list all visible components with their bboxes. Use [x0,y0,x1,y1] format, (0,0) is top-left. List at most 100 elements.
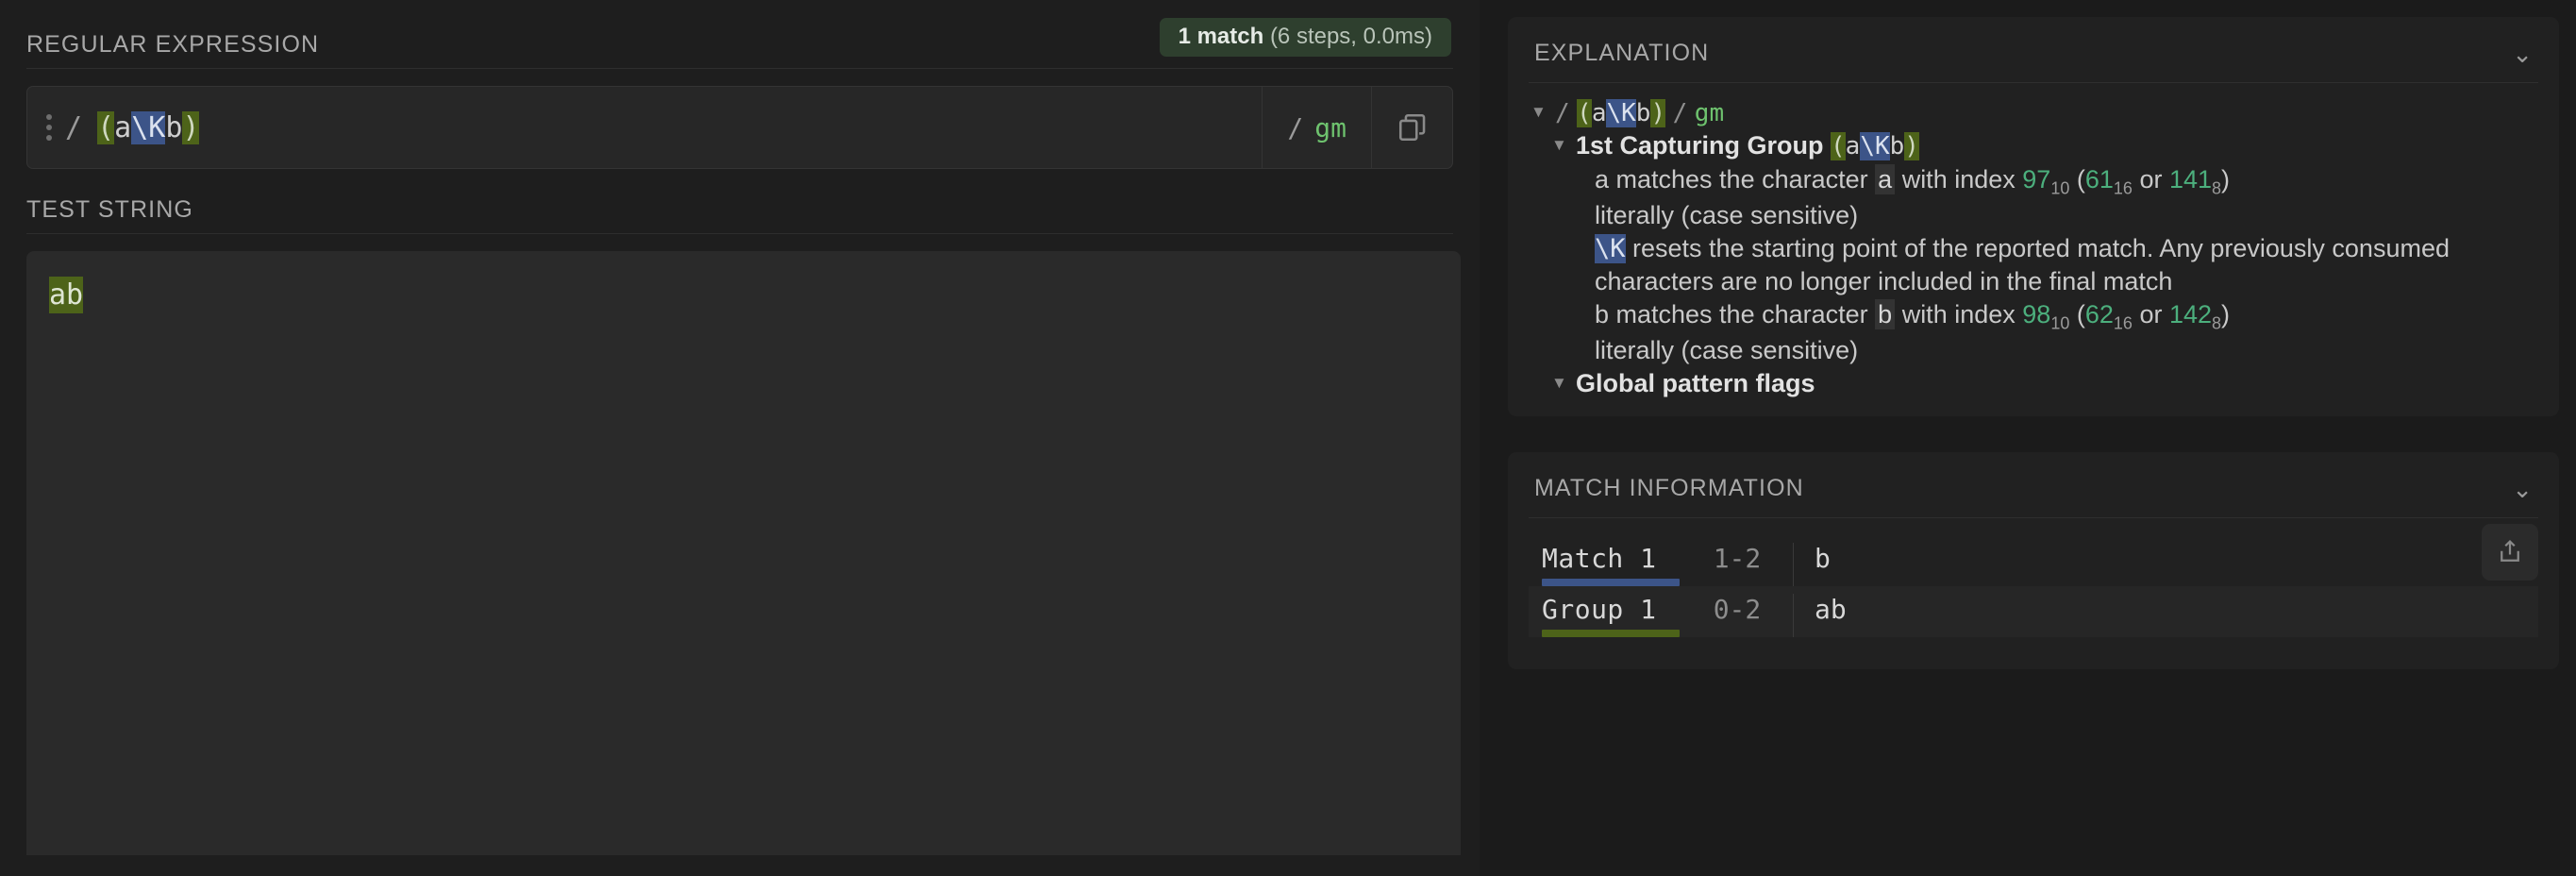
root-open-slash: / [1555,99,1570,127]
explanation-line-b-literally: literally (case sensitive) [1531,334,2536,367]
explanation-title: EXPLANATION [1534,40,1710,66]
tree-toggle-icon[interactable]: ▼ [1551,129,1576,161]
copy-icon [1398,113,1425,142]
regex-input[interactable]: (a\Kb) [97,110,200,144]
test-string-header: TEST STRING [0,169,1480,224]
group-token-a: a [1845,132,1861,161]
match-information-panel: MATCH INFORMATION ⌄ Match 1 1-2 b Group … [1508,452,2559,670]
tree-toggle-icon[interactable]: ▼ [1551,367,1576,399]
b-match-text: b matches the character b with index 981… [1595,298,2230,334]
regex-token-b: b [165,110,183,144]
b-match-paren-open: ( [2076,299,2085,328]
header-divider [26,68,1453,69]
regex-input-box[interactable]: / (a\Kb) / gm [26,86,1453,169]
explanation-root-row[interactable]: ▼ / (a\Kb) / gm [1531,96,2536,129]
a-match-paren-open: ( [2076,164,2085,194]
kebab-menu-icon[interactable] [46,114,52,141]
test-string-content[interactable]: ab [49,274,1438,316]
chevron-down-icon[interactable]: ⌄ [2512,477,2533,501]
match-information-title: MATCH INFORMATION [1534,475,1804,502]
b-match-hex-base: 16 [2113,312,2133,332]
explanation-line-a-literally: literally (case sensitive) [1531,199,2536,232]
match-range: 1-2 [1713,543,1762,575]
table-row[interactable]: Group 1 0-2 ab [1529,586,2538,638]
test-string-title: TEST STRING [26,196,193,223]
regex-tester-app: REGULAR EXPRESSION 1 match (6 steps, 0.0… [0,0,2576,876]
match-detail-label: (6 steps, 0.0ms) [1269,24,1432,49]
regex-section-header: REGULAR EXPRESSION 1 match (6 steps, 0.0… [0,0,1480,59]
a-literally-text: literally (case sensitive) [1595,200,1859,229]
export-share-icon [2501,540,2519,562]
match-information-header[interactable]: MATCH INFORMATION ⌄ [1508,452,2559,502]
explanation-tree: ▼ / (a\Kb) / gm ▼ 1st Capturing Group (a… [1508,83,2559,401]
a-match-decimal: 97 [2022,164,2051,194]
match-label: Match 1 [1542,543,1657,575]
b-match-paren-close: ) [2221,299,2231,328]
regex-flags-control[interactable]: / gm [1262,87,1371,168]
b-match-decimal-base: 10 [2050,312,2070,332]
capturing-group-row[interactable]: ▼ 1st Capturing Group (a\Kb) [1531,129,2536,162]
keep-description: resets the starting point of the reporte… [1595,233,2450,296]
a-match-text: a matches the character a with index 971… [1595,163,2230,199]
group-range: 0-2 [1713,594,1762,626]
explanation-panel: EXPLANATION ⌄ ▼ / (a\Kb) / gm ▼ 1st Capt… [1508,17,2559,417]
table-bottom-pad [1529,637,2538,654]
keep-token: \K [1595,233,1626,263]
match-value: b [1815,543,1831,575]
page-title: REGULAR EXPRESSION [26,31,320,58]
match-color-bar [1542,579,1680,587]
group-token-open-paren: ( [1831,132,1846,161]
group-color-bar [1542,630,1680,638]
explanation-header[interactable]: EXPLANATION ⌄ [1508,17,2559,67]
tree-toggle-icon[interactable]: ▼ [1531,96,1555,128]
regex-close-delimiter: / [1287,111,1304,143]
group-label-wrap: Group 1 [1542,594,1681,638]
b-match-hex: 62 [2084,299,2114,328]
a-match-paren-close: ) [2221,164,2231,194]
column-divider [1793,543,1794,587]
chevron-down-icon[interactable]: ⌄ [2512,42,2533,66]
regex-flags-value[interactable]: gm [1314,112,1347,143]
a-match-prefix: a matches the character [1595,164,1876,194]
keep-text: \K resets the starting point of the repo… [1595,232,2536,298]
root-flags: gm [1694,99,1725,127]
b-match-or: or [2132,299,2169,328]
group-token-keep: \K [1860,132,1890,161]
regex-input-left[interactable]: / (a\Kb) [27,87,1262,168]
explanation-line-keep: \K resets the starting point of the repo… [1531,232,2536,298]
a-match-octal: 141 [2168,164,2213,194]
b-match-char: b [1875,298,1896,329]
capturing-group-label: 1st Capturing Group [1576,131,1824,160]
match-count-label: 1 match [1178,24,1264,49]
left-column: REGULAR EXPRESSION 1 match (6 steps, 0.0… [0,0,1480,876]
regex-open-delimiter: / [65,110,83,144]
global-pattern-flags-label: Global pattern flags [1576,368,1815,397]
a-match-mid: with index [1895,164,2023,194]
global-pattern-flags-row[interactable]: ▼ Global pattern flags [1531,367,2536,400]
group-value: ab [1815,594,1847,626]
capturing-group-content: 1st Capturing Group (a\Kb) [1576,129,1919,162]
column-divider [1793,594,1794,638]
group-label: Group 1 [1542,594,1657,626]
a-match-hex-base: 16 [2113,177,2133,197]
export-matches-button[interactable] [2482,524,2538,581]
regex-token-close-paren: ) [182,110,200,144]
test-string-editor[interactable]: ab [26,251,1461,855]
a-match-hex: 61 [2084,164,2114,194]
a-match-char: a [1875,163,1896,194]
root-token-close-paren: ) [1650,99,1666,127]
root-close-slash: / [1672,99,1688,127]
group-token-close-paren: ) [1904,132,1919,161]
match-count-badge: 1 match (6 steps, 0.0ms) [1159,18,1451,57]
a-match-decimal-base: 10 [2050,177,2070,197]
b-match-decimal: 98 [2022,299,2051,328]
b-match-mid: with index [1895,299,2023,328]
root-token-keep: \K [1606,99,1636,127]
b-match-octal-base: 8 [2212,312,2222,332]
capturing-group-pattern: (a\Kb) [1831,132,1919,161]
root-token-open-paren: ( [1577,99,1592,127]
explanation-root-content: / (a\Kb) / gm [1555,96,1724,129]
explanation-line-a-match: a matches the character a with index 971… [1531,163,2536,199]
copy-regex-button[interactable] [1371,87,1452,168]
table-row[interactable]: Match 1 1-2 b [1529,535,2538,587]
